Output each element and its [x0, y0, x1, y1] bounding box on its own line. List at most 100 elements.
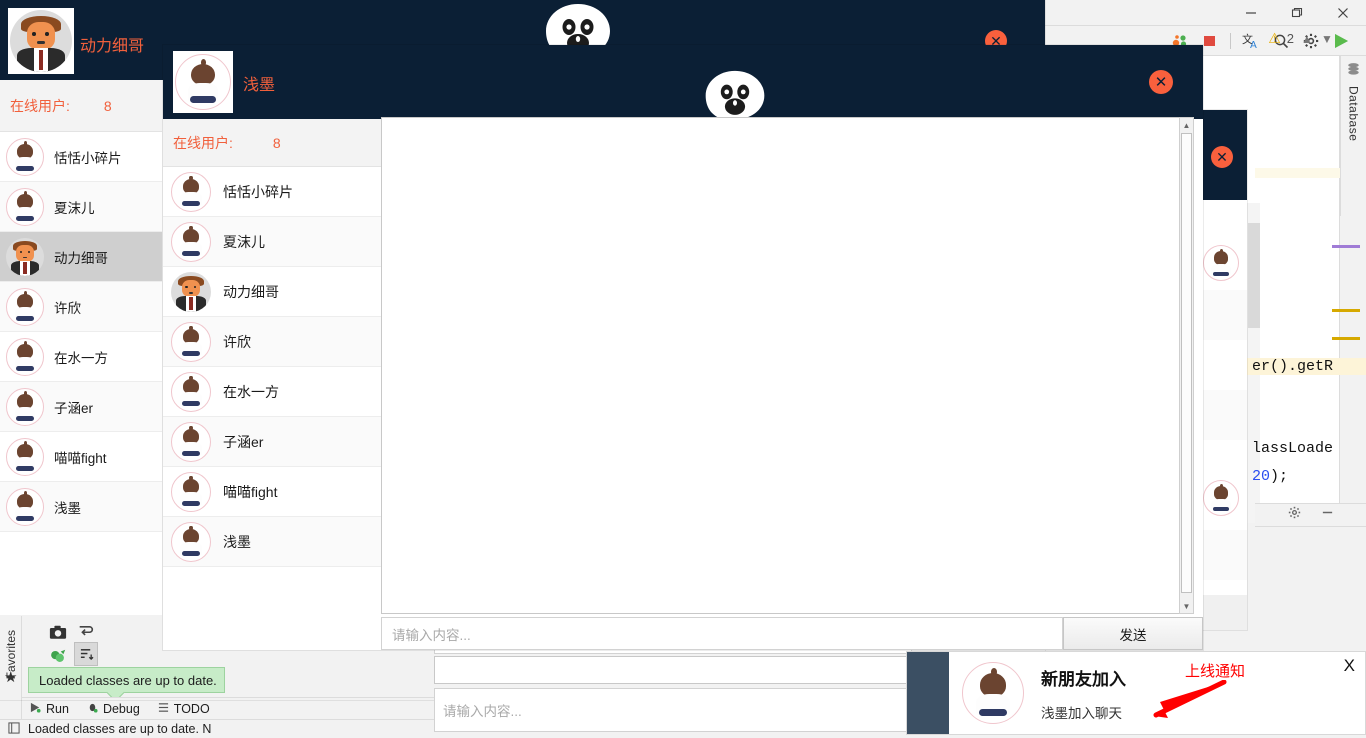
run-icon[interactable] — [1331, 31, 1351, 51]
back-user-name-7: 浅墨 — [54, 500, 81, 516]
back-window-avatar — [8, 8, 74, 74]
back-user-name-5: 子涵er — [54, 400, 94, 416]
back-window-title-user: 动力细哥 — [80, 38, 145, 55]
toast-subtitle: 浅墨加入聊天 — [1041, 705, 1122, 721]
back-message-input[interactable]: 请输入内容... — [434, 688, 912, 732]
front-user-name-5: 子涵er — [223, 433, 264, 450]
ide-tab-run-label: Run — [46, 701, 69, 716]
chat-window-front[interactable]: 浅墨 chat ✕ 在线用户: 8 恬恬小碎片 夏沫儿 — [163, 45, 1203, 650]
third-user-row-2[interactable] — [1197, 340, 1247, 390]
toolbar-divider — [1230, 32, 1231, 49]
back-user-item-2[interactable]: 动力细哥 — [0, 232, 162, 282]
stop-icon[interactable] — [1200, 31, 1220, 51]
ide-tab-debug-label: Debug — [102, 701, 140, 716]
scroll-down-icon[interactable]: ▼ — [1180, 599, 1193, 613]
window-icon — [8, 721, 20, 737]
third-window-user-list[interactable] — [1197, 200, 1247, 630]
third-user-avatar-0 — [1203, 245, 1239, 281]
front-window-title-user: 浅墨 — [243, 77, 276, 94]
debug-icon — [87, 702, 98, 716]
editor-warning-strip: ⚠ 2 ▲ ▼ — [1268, 30, 1334, 47]
front-user-item-0[interactable]: 恬恬小碎片 — [163, 167, 381, 217]
editor-marker-yellow-2 — [1332, 337, 1360, 340]
close-icon[interactable] — [1320, 0, 1366, 26]
front-window-close-icon[interactable]: ✕ — [1149, 70, 1173, 94]
third-window-footer — [1197, 595, 1247, 630]
front-user-item-4[interactable]: 在水一方 — [163, 367, 381, 417]
database-tool-rail[interactable]: Database — [1340, 56, 1366, 216]
front-message-scrollbar-thumb[interactable] — [1181, 133, 1192, 593]
back-online-users-bar: 在线用户: 8 — [0, 80, 162, 132]
front-user-item-5[interactable]: 子涵er — [163, 417, 381, 467]
code-line-1: er().getR — [1246, 358, 1366, 375]
database-icon[interactable] — [1346, 62, 1361, 82]
third-window-close-icon[interactable]: ✕ — [1211, 146, 1233, 168]
front-message-area[interactable] — [381, 117, 1193, 614]
back-message-area[interactable] — [434, 656, 912, 684]
front-user-list[interactable]: 恬恬小碎片 夏沫儿 动力细哥 许欣 在水一方 子涵er 喵喵fight 浅墨 — [163, 167, 381, 650]
translate-icon[interactable]: 文 A — [1241, 31, 1261, 51]
third-user-row-3[interactable] — [1197, 390, 1247, 440]
ide-tab-run[interactable]: Run — [30, 702, 69, 716]
back-online-count: 8 — [103, 97, 112, 114]
front-send-button[interactable]: 发送 — [1063, 617, 1203, 650]
editor-scrollbar-thumb[interactable] — [1248, 223, 1260, 328]
code-number: 20 — [1252, 468, 1271, 485]
front-user-name-6: 喵喵fight — [223, 483, 278, 500]
third-user-row-1[interactable] — [1197, 290, 1247, 340]
front-message-input[interactable]: 请输入内容... — [381, 617, 1063, 650]
back-user-name-4: 在水一方 — [54, 350, 108, 366]
restore-icon[interactable] — [1274, 0, 1320, 26]
minimize-icon[interactable] — [1228, 0, 1274, 26]
code-line-2: lassLoade — [1252, 440, 1334, 457]
toast-avatar — [959, 659, 1027, 727]
front-online-label: 在线用户: — [173, 134, 233, 151]
back-user-item-1[interactable]: 夏沫儿 — [0, 182, 162, 232]
back-user-item-7[interactable]: 浅墨 — [0, 482, 162, 532]
toast-close-button[interactable]: X — [1344, 656, 1355, 676]
front-user-item-1[interactable]: 夏沫儿 — [163, 217, 381, 267]
back-user-name-1: 夏沫儿 — [54, 200, 95, 216]
ide-status-text: Loaded classes are up to date. N — [28, 722, 212, 736]
back-online-label: 在线用户: — [10, 97, 70, 114]
tool-panel-header — [1255, 503, 1366, 527]
chevron-down-icon[interactable]: ▼ — [1320, 32, 1334, 46]
chat-window-third[interactable]: ✕ — [1197, 110, 1247, 630]
front-window-avatar — [173, 51, 233, 113]
back-user-item-5[interactable]: 子涵er — [0, 382, 162, 432]
front-user-name-0: 恬恬小碎片 — [223, 183, 293, 200]
code-line-3: 20); — [1252, 468, 1289, 485]
front-user-name-1: 夏沫儿 — [223, 233, 265, 250]
back-input-placeholder: 请输入内容... — [443, 704, 522, 719]
front-user-item-2[interactable]: 动力细哥 — [163, 267, 381, 317]
back-user-list[interactable]: 恬恬小碎片 夏沫儿 动力细哥 许欣 在水一方 子涵er 喵喵fight 浅墨 — [0, 132, 162, 615]
third-user-row-6[interactable] — [1197, 530, 1247, 580]
warning-count: 2 — [1286, 31, 1294, 46]
back-user-item-0[interactable]: 恬恬小碎片 — [0, 132, 162, 182]
front-online-users-bar: 在线用户: 8 — [163, 119, 381, 167]
run-icon — [30, 702, 41, 716]
back-user-item-4[interactable]: 在水一方 — [0, 332, 162, 382]
back-user-item-6[interactable]: 喵喵fight — [0, 432, 162, 482]
back-user-item-3[interactable]: 许欣 — [0, 282, 162, 332]
new-friend-toast[interactable]: 新朋友加入 浅墨加入聊天 X — [906, 651, 1366, 735]
ide-tab-debug[interactable]: Debug — [87, 702, 140, 716]
front-user-name-3: 许欣 — [223, 333, 251, 350]
front-user-item-7[interactable]: 浅墨 — [163, 517, 381, 567]
front-user-name-2: 动力细哥 — [223, 283, 279, 300]
front-user-item-6[interactable]: 喵喵fight — [163, 467, 381, 517]
toast-body: 新朋友加入 浅墨加入聊天 X — [949, 652, 1365, 734]
back-user-name-6: 喵喵fight — [54, 450, 107, 466]
gear-icon[interactable] — [1288, 506, 1301, 524]
front-input-placeholder: 请输入内容... — [392, 627, 471, 643]
third-window-header: ✕ — [1197, 110, 1247, 200]
minimize-icon[interactable] — [1321, 506, 1334, 524]
database-rail-label: Database — [1346, 86, 1361, 142]
front-user-item-3[interactable]: 许欣 — [163, 317, 381, 367]
chevron-up-icon[interactable]: ▲ — [1300, 32, 1314, 46]
front-message-scrollbar[interactable]: ▲ ▼ — [1179, 117, 1194, 614]
ide-tab-todo[interactable]: TODO — [158, 702, 210, 716]
toast-accent-strip — [907, 652, 949, 734]
scroll-up-icon[interactable]: ▲ — [1180, 118, 1193, 132]
warning-icon: ⚠ — [1268, 30, 1281, 46]
